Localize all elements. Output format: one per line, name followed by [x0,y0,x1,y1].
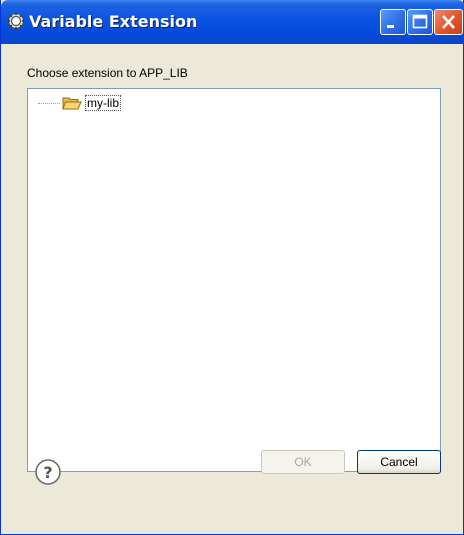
minimize-icon [387,25,394,28]
dialog-content: Choose extension to APP_LIB my-lib ? OK … [1,44,463,534]
dialog-window: Variable Extension Choose extension to A… [0,0,464,535]
ok-button[interactable]: OK [261,450,345,474]
titlebar[interactable]: Variable Extension [1,0,464,44]
window-title: Variable Extension [29,12,198,31]
svg-text:?: ? [43,463,52,482]
extension-tree[interactable]: my-lib [27,88,441,472]
close-button[interactable] [434,9,463,35]
maximize-button[interactable] [407,9,433,35]
tree-node-label: my-lib [85,95,121,111]
close-icon [442,15,455,29]
minimize-button[interactable] [380,9,406,35]
app-gear-icon [7,12,25,30]
tree-node-my-lib[interactable]: my-lib [38,93,121,113]
help-icon[interactable]: ? [34,458,62,486]
folder-open-icon [62,97,82,110]
cancel-button[interactable]: Cancel [357,450,441,474]
tree-connector [38,102,60,104]
maximize-icon [412,14,428,29]
prompt-label: Choose extension to APP_LIB [27,66,188,80]
